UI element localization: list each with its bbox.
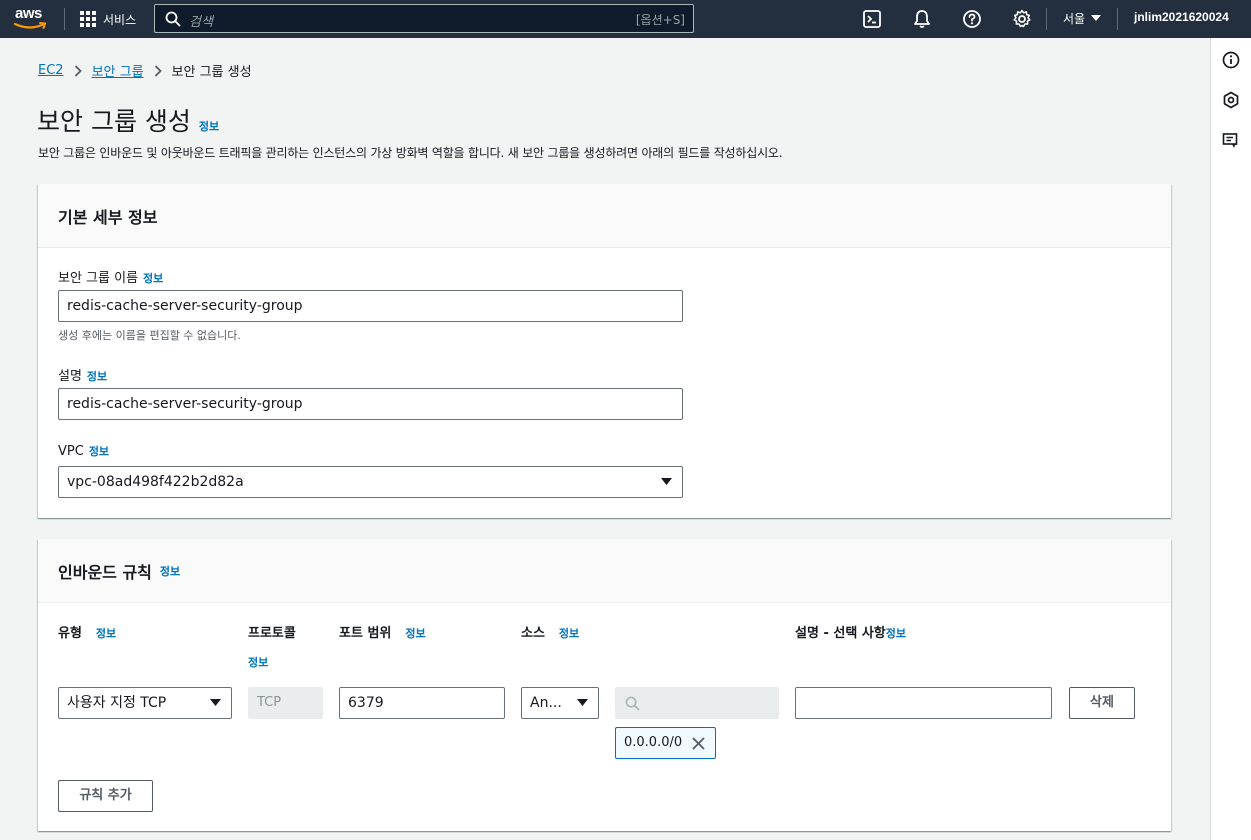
services-label: 서비스 — [103, 12, 137, 27]
settings-icon[interactable] — [1012, 9, 1032, 29]
chevron-right-icon — [74, 64, 82, 77]
description-col-info-link[interactable]: 정보 — [886, 625, 906, 641]
rule-type-select[interactable]: 사용자 지정 TCP — [58, 687, 232, 719]
port-range-column-label: 포트 범위 정보 — [339, 622, 426, 641]
name-hint: 생성 후에는 이름을 편집할 수 없습니다. — [58, 329, 241, 342]
rule-type-value: 사용자 지정 TCP — [67, 695, 167, 711]
vpc-select-value: vpc-08ad498f422b2d82a — [67, 474, 244, 490]
protocol-info-link-wrap: 정보 — [248, 654, 268, 670]
rule-source-type-value: An... — [530, 695, 562, 711]
search-shortcut: [옵션+S] — [635, 13, 685, 27]
page-title-text: 보안 그룹 생성 — [37, 107, 191, 136]
rule-source-search-input[interactable] — [615, 687, 779, 719]
type-column-text: 유형 — [58, 626, 82, 641]
search-icon — [165, 11, 181, 27]
basic-details-title: 기본 세부 정보 — [58, 208, 158, 227]
search-placeholder: 검색 — [189, 15, 213, 30]
description-input[interactable]: redis-cache-server-security-group — [58, 388, 683, 420]
info-panel-icon[interactable] — [1222, 51, 1240, 69]
basic-details-panel: 기본 세부 정보 보안 그룹 이름 정보 redis-cache-server-… — [38, 184, 1171, 518]
page-description: 보안 그룹은 인바운드 및 아웃바운드 트래픽을 관리하는 인스턴스의 가상 방… — [38, 146, 783, 160]
inbound-rules-header: 인바운드 규칙 정보 — [38, 539, 1171, 603]
rule-source-type-select[interactable]: An... — [521, 687, 599, 719]
delete-rule-button[interactable]: 삭제 — [1069, 687, 1135, 719]
breadcrumb-security-groups[interactable]: 보안 그룹 — [92, 61, 144, 80]
description-label: 설명 정보 — [58, 365, 107, 384]
vpc-label-text: VPC — [58, 444, 84, 459]
vpc-label: VPC 정보 — [58, 443, 109, 459]
type-info-link[interactable]: 정보 — [96, 625, 116, 641]
source-cidr-value: 0.0.0.0/0 — [624, 735, 683, 750]
caret-down-icon — [1091, 15, 1102, 21]
region-selector[interactable]: 서울 — [1063, 10, 1102, 27]
breadcrumb: EC2 보안 그룹 보안 그룹 생성 — [38, 61, 252, 80]
inbound-rules-panel: 인바운드 규칙 정보 유형 정보 프로토콜 정보 포트 범위 정보 소스 정보 … — [38, 539, 1171, 831]
search-icon — [625, 696, 640, 711]
vpc-info-link[interactable]: 정보 — [89, 443, 109, 459]
grid-icon — [80, 11, 96, 27]
source-info-link[interactable]: 정보 — [559, 625, 579, 641]
hexagon-settings-icon[interactable] — [1222, 91, 1240, 109]
type-column-label: 유형 정보 — [58, 622, 116, 641]
security-group-name-label: 보안 그룹 이름 정보 — [58, 267, 163, 286]
security-group-name-input[interactable]: redis-cache-server-security-group — [58, 290, 683, 322]
aws-logo[interactable]: aws — [14, 5, 50, 33]
description-column-text: 설명 - 선택 사항 — [795, 626, 886, 641]
remove-token-icon[interactable] — [692, 736, 705, 750]
rule-description-input[interactable] — [795, 687, 1052, 719]
vpc-select[interactable]: vpc-08ad498f422b2d82a — [58, 466, 683, 498]
rule-port-range-input[interactable]: 6379 — [339, 687, 505, 719]
port-range-info-link[interactable]: 정보 — [405, 625, 425, 641]
nav-divider — [1117, 8, 1118, 30]
notifications-icon[interactable] — [912, 9, 932, 29]
description-info-link[interactable]: 정보 — [87, 368, 107, 384]
caret-down-icon — [577, 699, 588, 706]
caret-down-icon — [661, 478, 672, 485]
name-label-text: 보안 그룹 이름 — [58, 271, 139, 286]
right-utility-rail — [1210, 38, 1251, 840]
nav-divider — [64, 8, 65, 30]
inbound-rules-title: 인바운드 규칙 — [58, 563, 152, 582]
source-cidr-token: 0.0.0.0/0 — [615, 727, 716, 759]
title-info-link[interactable]: 정보 — [199, 118, 219, 134]
protocol-info-link[interactable]: 정보 — [248, 654, 268, 670]
rule-protocol-field: TCP — [248, 687, 323, 719]
cloudshell-icon[interactable] — [862, 9, 882, 29]
feedback-icon[interactable] — [1222, 132, 1240, 150]
breadcrumb-ec2[interactable]: EC2 — [38, 63, 64, 78]
help-icon[interactable] — [962, 9, 982, 29]
source-column-text: 소스 — [521, 626, 545, 641]
description-column-label: 설명 - 선택 사항 정보 — [795, 622, 906, 641]
aws-logo-text: aws — [15, 5, 42, 22]
region-label: 서울 — [1063, 12, 1086, 26]
protocol-column-label: 프로토콜 — [248, 626, 296, 641]
inbound-info-link[interactable]: 정보 — [160, 563, 180, 579]
caret-down-icon — [210, 699, 221, 706]
description-label-text: 설명 — [58, 369, 82, 384]
chevron-right-icon — [154, 64, 162, 77]
source-column-label: 소스 정보 — [521, 622, 579, 641]
account-menu[interactable]: jnlim2021620024 — [1134, 10, 1229, 24]
top-navigation: aws 서비스 검색 [옵션+S] 서울 jnlim2021620024 — [0, 0, 1251, 38]
breadcrumb-current: 보안 그룹 생성 — [171, 65, 252, 80]
nav-divider — [1046, 8, 1047, 30]
basic-details-header: 기본 세부 정보 — [38, 184, 1171, 248]
page-title: 보안 그룹 생성 정보 — [37, 102, 219, 138]
port-range-column-text: 포트 범위 — [339, 626, 392, 641]
name-info-link[interactable]: 정보 — [143, 270, 163, 286]
add-rule-button[interactable]: 규칙 추가 — [58, 780, 153, 812]
aws-smile-icon — [14, 22, 47, 29]
search-input[interactable]: 검색 [옵션+S] — [154, 4, 694, 33]
services-menu-button[interactable]: 서비스 — [80, 8, 136, 30]
